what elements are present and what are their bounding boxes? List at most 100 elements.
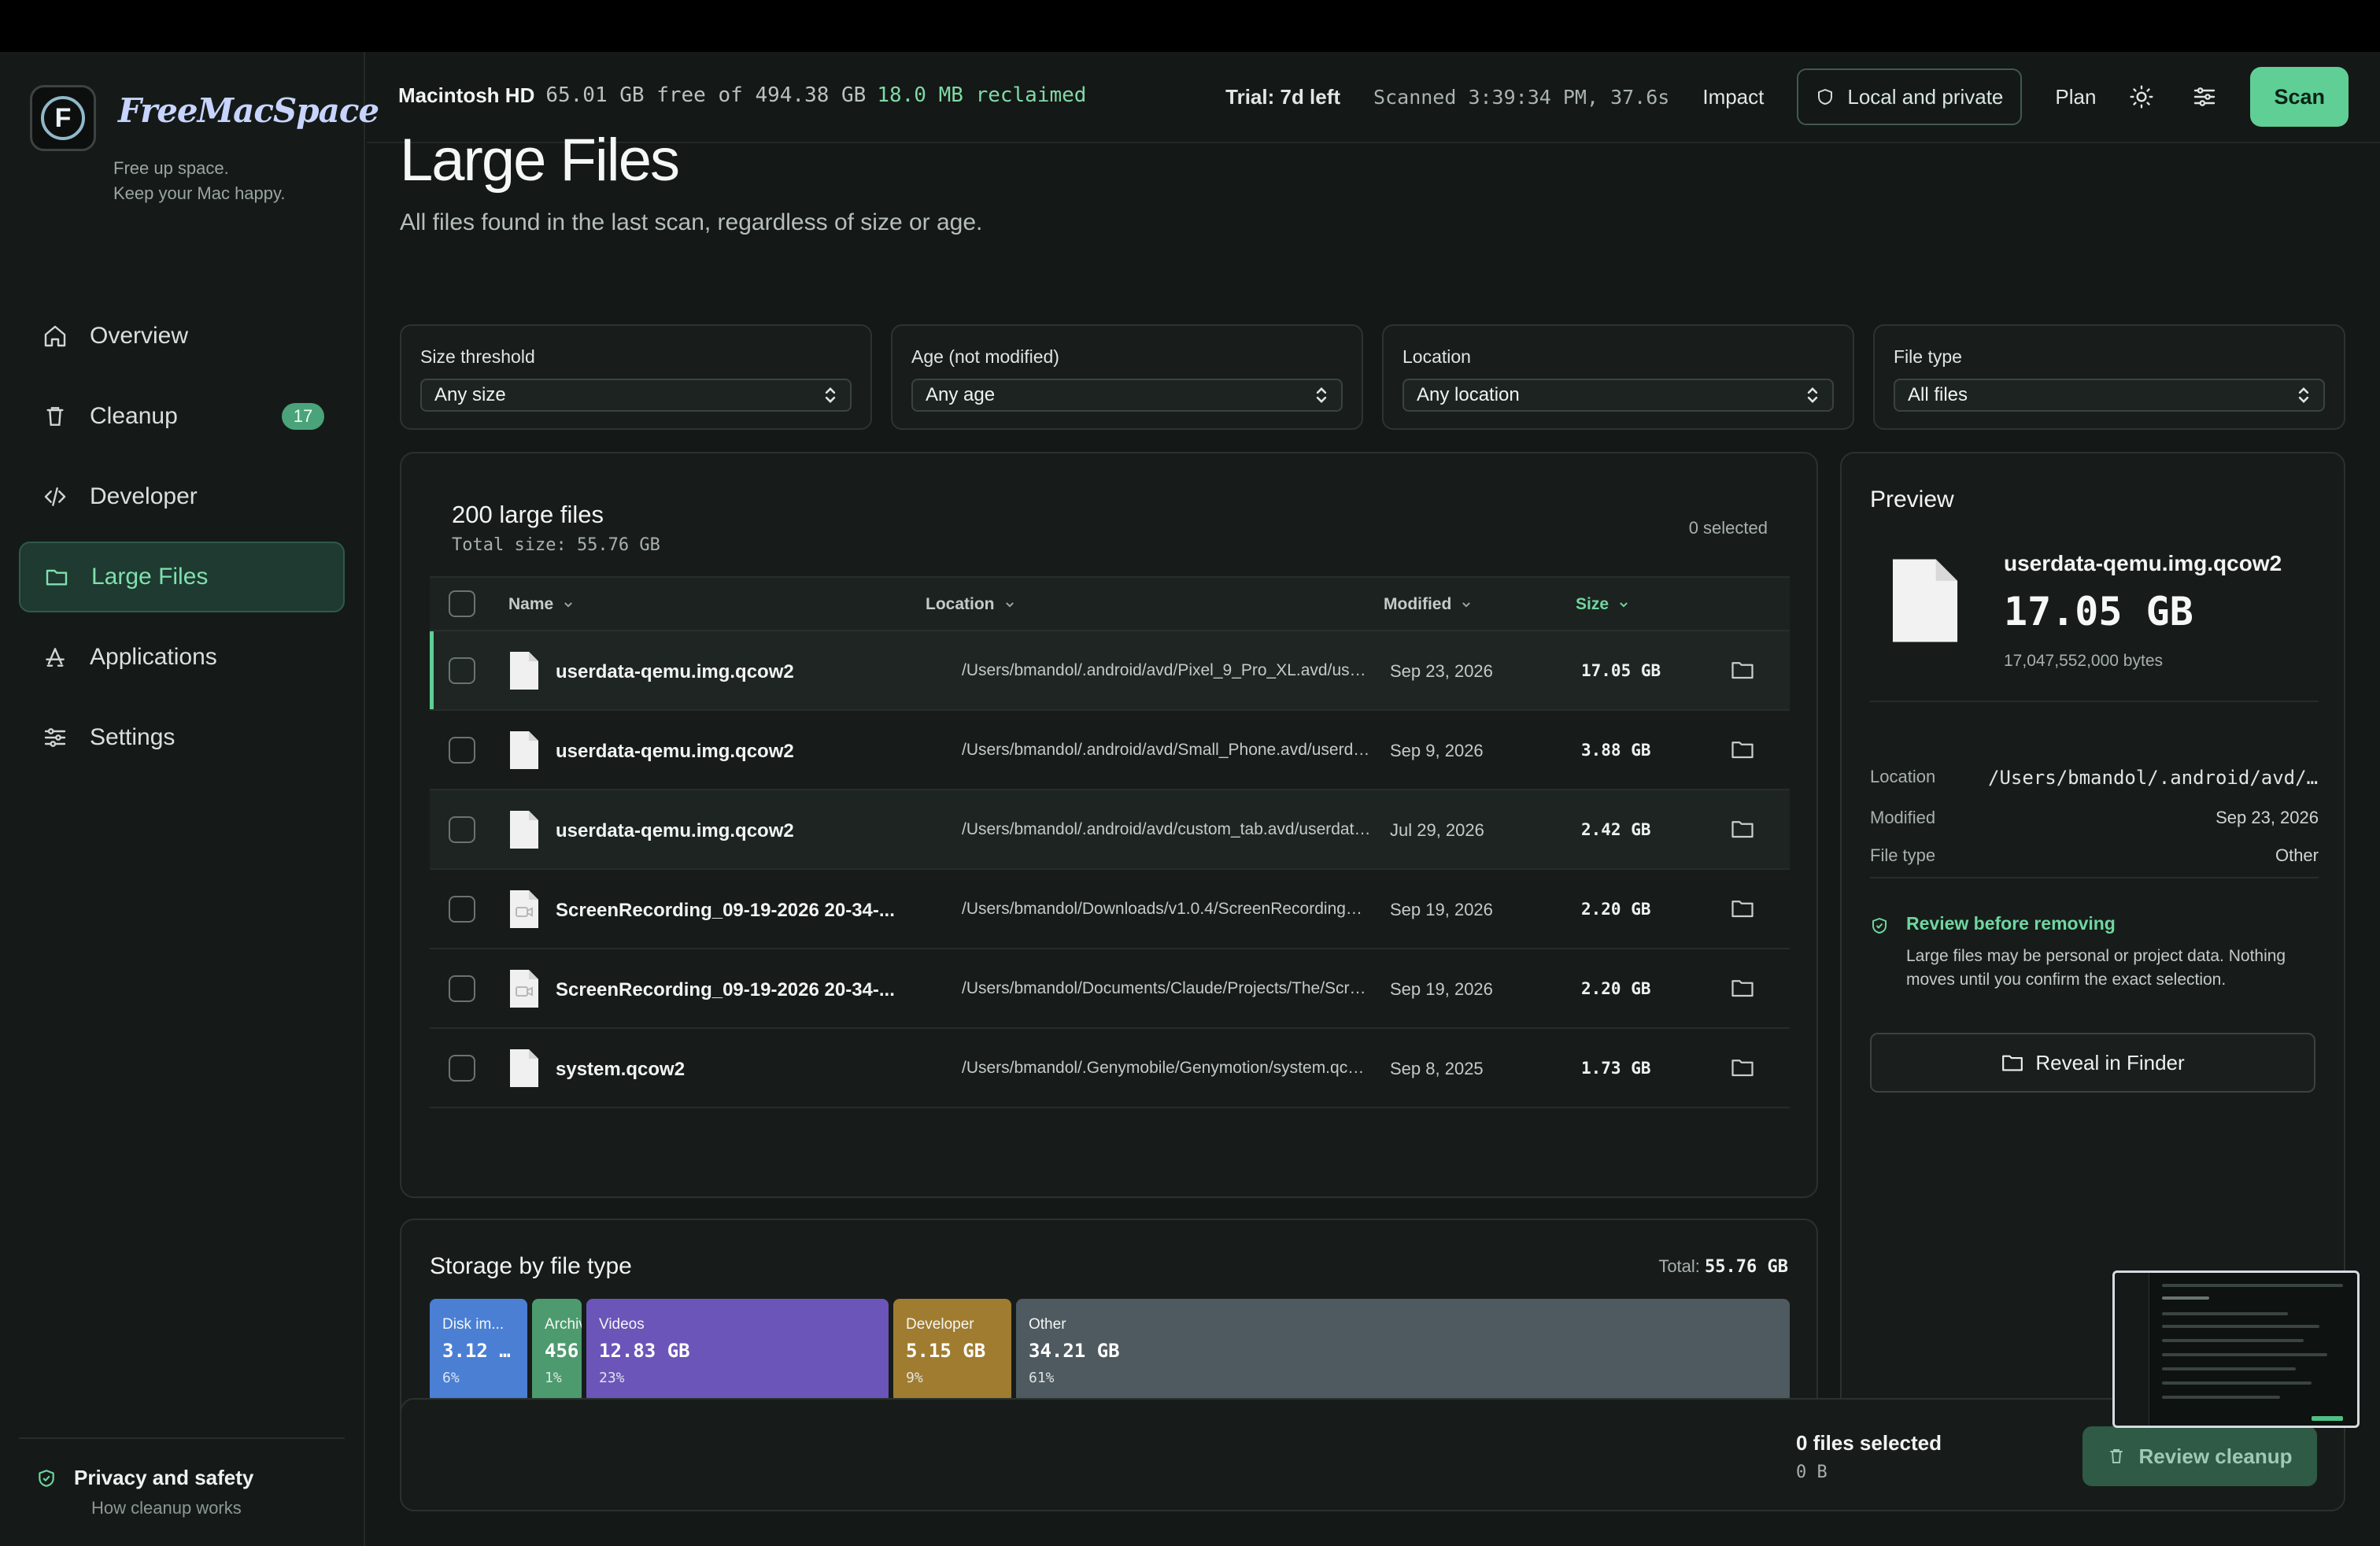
thumbnail-line — [2162, 1325, 2319, 1328]
review-warning-body: Large files may be personal or project d… — [1906, 947, 2286, 989]
scan-button[interactable]: Scan — [2250, 67, 2349, 127]
select-arrows-icon — [1316, 387, 1327, 403]
reveal-folder-icon[interactable] — [1731, 738, 1754, 761]
segment-size: 5.15 GB — [906, 1340, 986, 1362]
row-checkbox[interactable] — [449, 816, 475, 843]
sidebar-item-applications[interactable]: Applications — [19, 622, 345, 693]
thumbnail-line — [2162, 1353, 2327, 1356]
file-name: userdata-qemu.img.qcow2 — [556, 820, 794, 841]
review-warning-title: Review before removing — [1906, 913, 2116, 934]
storage-segment[interactable]: Developer 5.15 GB 9% — [893, 1299, 1011, 1403]
files-selected-count: 0 selected — [1688, 518, 1768, 538]
preview-filetype-row: File type Other — [1870, 845, 2319, 865]
row-checkbox[interactable] — [449, 1055, 475, 1082]
filter-select[interactable]: Any age — [911, 379, 1343, 412]
plan-link[interactable]: Plan — [2055, 85, 2096, 109]
row-checkbox[interactable] — [449, 975, 475, 1002]
column-header-name[interactable]: Name — [508, 595, 574, 614]
sidebar-item-large-files[interactable]: Large Files — [19, 542, 345, 612]
thumbnail-line — [2162, 1381, 2312, 1385]
reveal-folder-icon[interactable] — [1731, 976, 1754, 1000]
sidebar-item-settings[interactable]: Settings — [19, 702, 345, 773]
segment-name: Developer — [906, 1316, 974, 1333]
filter-select[interactable]: Any location — [1402, 379, 1834, 412]
privacy-subtitle: How cleanup works — [91, 1498, 242, 1518]
table-row[interactable]: system.qcow2/Users/bmandol/.Genymobile/G… — [430, 1029, 1790, 1108]
reveal-folder-icon[interactable] — [1731, 658, 1754, 682]
divider — [1870, 877, 2319, 878]
sidebar-item-label: Applications — [90, 644, 217, 670]
reveal-folder-icon[interactable] — [1731, 817, 1754, 841]
reveal-in-finder-button[interactable]: Reveal in Finder — [1870, 1033, 2315, 1093]
filter-value: Any size — [434, 384, 506, 405]
sidebar-item-label: Developer — [90, 483, 198, 509]
theme-toggle-button[interactable] — [2124, 80, 2159, 114]
row-checkbox[interactable] — [449, 896, 475, 923]
row-checkbox[interactable] — [449, 737, 475, 764]
sidebar-item-overview[interactable]: Overview — [19, 301, 345, 372]
filter-location: Location Any location — [1382, 324, 1854, 430]
screenshot-thumbnail[interactable] — [2112, 1270, 2360, 1428]
sidebar-item-cleanup[interactable]: Cleanup 17 — [19, 381, 345, 452]
tagline-line-1: Free up space. — [113, 158, 229, 178]
segment-name: Other — [1029, 1316, 1066, 1333]
segment-name: Archives — [545, 1316, 582, 1333]
storage-segment[interactable]: Archives 456.6… 1% — [532, 1299, 582, 1403]
app-store-icon — [41, 643, 69, 671]
sidebar: F FreeMacSpace Free up space. Keep your … — [0, 52, 379, 1546]
table-header: Name Location Modified Size — [430, 576, 1790, 631]
shield-check-icon — [39, 1469, 54, 1487]
storage-segment[interactable]: Disk im... 3.12 … 6% — [430, 1299, 527, 1403]
preview-filetype-value: Other — [2275, 845, 2319, 865]
preview-location-row: Location /Users/bmandol/.android/avd/Pix… — [1870, 767, 2319, 789]
local-private-button[interactable]: Local and private — [1797, 68, 2023, 125]
sliders-icon — [2194, 87, 2216, 106]
divider — [1870, 701, 2319, 702]
reclaimed-amount: 18.0 MB reclaimed — [877, 83, 1087, 107]
table-row[interactable]: userdata-qemu.img.qcow2/Users/bmandol/.a… — [430, 711, 1790, 790]
files-total-size: Total size: 55.76 GB — [452, 535, 660, 555]
sidebar-item-label: Overview — [90, 323, 189, 349]
impact-link[interactable]: Impact — [1702, 85, 1764, 109]
reveal-folder-icon[interactable] — [1731, 897, 1754, 920]
storage-segment[interactable]: Videos 12.83 GB 23% — [586, 1299, 889, 1403]
file-location: /Users/bmandol/.Genymobile/Genymotion/sy… — [962, 1059, 1371, 1077]
review-cleanup-button[interactable]: Review cleanup — [2082, 1426, 2317, 1486]
row-checkbox[interactable] — [449, 657, 475, 684]
table-row[interactable]: userdata-qemu.img.qcow2/Users/bmandol/.a… — [430, 790, 1790, 870]
filter-select[interactable]: Any size — [420, 379, 852, 412]
table-row[interactable]: ScreenRecording_09-19-2026 20-34-... /Use… — [430, 870, 1790, 949]
thumbnail-line — [2162, 1396, 2280, 1399]
app-window: F FreeMacSpace Free up space. Keep your … — [0, 52, 2380, 1546]
home-icon — [41, 322, 69, 350]
chevron-down-icon — [564, 602, 573, 608]
thumbnail-line — [2162, 1284, 2343, 1287]
sidebar-item-developer[interactable]: Developer — [19, 461, 345, 532]
privacy-title: Privacy and safety — [74, 1466, 254, 1489]
trash-icon — [2110, 1449, 2123, 1463]
file-icon — [510, 731, 538, 769]
preferences-button[interactable] — [2187, 80, 2222, 114]
storage-segment[interactable]: Other 34.21 GB 61% — [1016, 1299, 1790, 1403]
table-row[interactable]: userdata-qemu.img.qcow2/Users/bmandol/.a… — [430, 631, 1790, 711]
table-row[interactable]: ScreenRecording_09-19-2026 20-34-... /Use… — [430, 949, 1790, 1029]
file-name: system.qcow2 — [556, 1059, 686, 1080]
privacy-safety-link[interactable]: Privacy and safety How cleanup works — [19, 1437, 345, 1518]
file-location: /Users/bmandol/.android/avd/custom_tab.a… — [962, 820, 1371, 838]
video-file-icon — [510, 890, 538, 928]
trial-status[interactable]: Trial: 7d left — [1225, 85, 1340, 109]
preview-modified-value: Sep 23, 2026 — [2216, 808, 2319, 827]
column-header-location[interactable]: Location — [926, 595, 1015, 614]
select-all-checkbox[interactable] — [449, 590, 475, 617]
column-header-size[interactable]: Size — [1576, 595, 1629, 614]
file-modified: Sep 8, 2025 — [1390, 1059, 1484, 1078]
filter-select[interactable]: All files — [1894, 379, 2325, 412]
column-header-modified[interactable]: Modified — [1384, 595, 1472, 614]
preview-modified-row: Modified Sep 23, 2026 — [1870, 808, 2319, 827]
preview-location-value: /Users/bmandol/.android/avd/Pixel_9_Pro_… — [1988, 767, 2319, 789]
folder-icon — [42, 563, 71, 591]
select-arrows-icon — [825, 387, 836, 403]
reveal-folder-icon[interactable] — [1731, 1056, 1754, 1079]
filter-size-threshold: Size threshold Any size — [400, 324, 872, 430]
filter-label: Age (not modified) — [911, 346, 1059, 367]
